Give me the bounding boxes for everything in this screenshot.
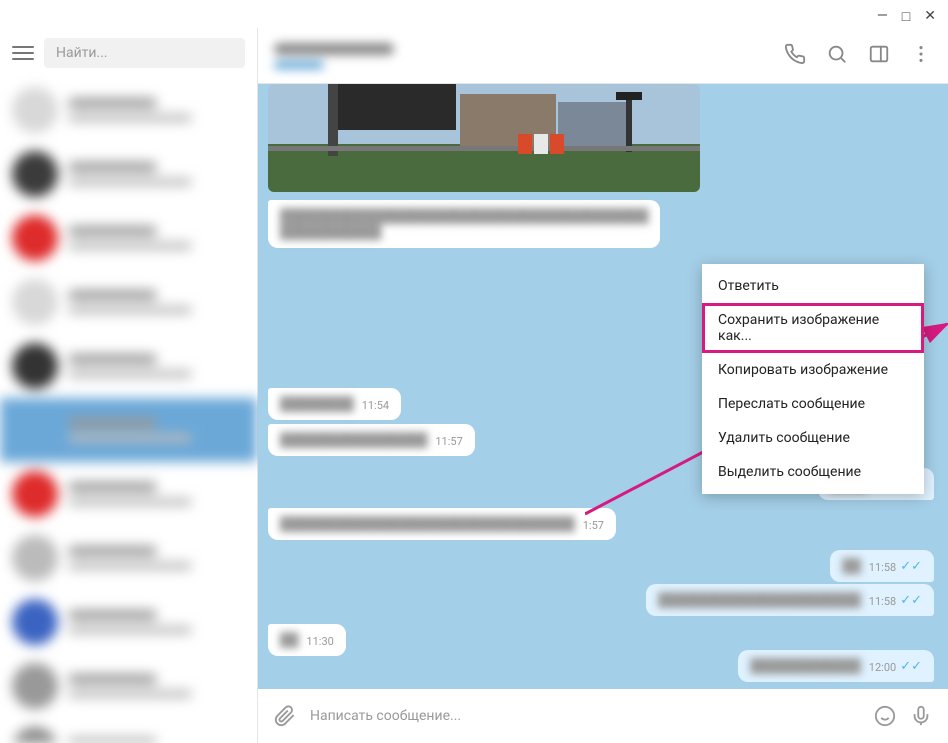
message-time: 11:57: [435, 435, 462, 448]
chat-list-item[interactable]: [0, 334, 257, 398]
message-in[interactable]: ████████████████11:57: [268, 424, 475, 456]
chat-list-item[interactable]: [0, 718, 257, 743]
more-icon[interactable]: [910, 43, 932, 69]
emoji-icon[interactable]: [874, 705, 896, 727]
read-ticks-icon: ✓✓: [900, 659, 922, 674]
chat-title[interactable]: [274, 43, 764, 69]
message-time: 11:54: [362, 399, 389, 412]
mic-icon[interactable]: [910, 705, 932, 727]
attach-icon[interactable]: [274, 705, 296, 727]
message-in[interactable]: ████████████████████████████████████████…: [268, 200, 660, 248]
chat-list-item[interactable]: [0, 398, 257, 462]
message-list[interactable]: ████████████████████████████████████████…: [258, 84, 948, 689]
message-input[interactable]: Написать сообщение...: [310, 708, 860, 724]
message-out[interactable]: ████████████12:00✓✓: [738, 650, 934, 682]
sidepanel-icon[interactable]: [868, 43, 890, 69]
chat-list-item[interactable]: [0, 142, 257, 206]
message-time: 11:58: [869, 595, 896, 608]
chat-header: [258, 28, 948, 84]
message-out[interactable]: ██████████████████████11:58✓✓: [646, 584, 934, 616]
close-button[interactable]: ✕: [924, 8, 936, 25]
search-input[interactable]: Найти...: [44, 38, 245, 68]
message-in[interactable]: ████████████████████████████████1:57: [268, 508, 616, 540]
chat-list-item[interactable]: [0, 206, 257, 270]
message-time: 12:00: [869, 661, 896, 674]
call-icon[interactable]: [784, 43, 806, 69]
message-time: 1:57: [583, 519, 604, 532]
menu-icon[interactable]: [12, 42, 34, 64]
image-message[interactable]: [268, 84, 700, 192]
chat-list-item[interactable]: [0, 654, 257, 718]
message-in[interactable]: ██11:30: [268, 624, 346, 656]
context-menu-item[interactable]: Выделить сообщение: [702, 455, 924, 489]
message-time: 11:58: [869, 561, 896, 574]
search-icon[interactable]: [826, 43, 848, 69]
chat-list-item[interactable]: [0, 78, 257, 142]
message-time: 11:30: [306, 635, 333, 648]
context-menu: ОтветитьСохранить изображение как...Копи…: [702, 264, 924, 494]
maximize-button[interactable]: □: [902, 8, 910, 25]
read-ticks-icon: ✓✓: [900, 559, 922, 574]
chat-list-item[interactable]: [0, 526, 257, 590]
context-menu-item[interactable]: Ответить: [702, 269, 924, 303]
minimize-button[interactable]: —: [877, 8, 888, 25]
context-menu-item[interactable]: Переслать сообщение: [702, 387, 924, 421]
window-controls: — □ ✕: [877, 8, 936, 25]
read-ticks-icon: ✓✓: [900, 593, 922, 608]
chat-list[interactable]: [0, 78, 257, 743]
context-menu-item[interactable]: Копировать изображение: [702, 353, 924, 387]
sidebar: Найти...: [0, 28, 258, 743]
message-in[interactable]: ████████11:54: [268, 388, 401, 420]
context-menu-item[interactable]: Удалить сообщение: [702, 421, 924, 455]
chat-list-item[interactable]: [0, 590, 257, 654]
chat-list-item[interactable]: [0, 462, 257, 526]
chat-list-item[interactable]: [0, 270, 257, 334]
message-composer: Написать сообщение...: [258, 689, 948, 743]
message-out[interactable]: ██11:58✓✓: [830, 550, 934, 582]
chat-pane: ████████████████████████████████████████…: [258, 28, 948, 743]
context-menu-item[interactable]: Сохранить изображение как...: [702, 303, 924, 353]
